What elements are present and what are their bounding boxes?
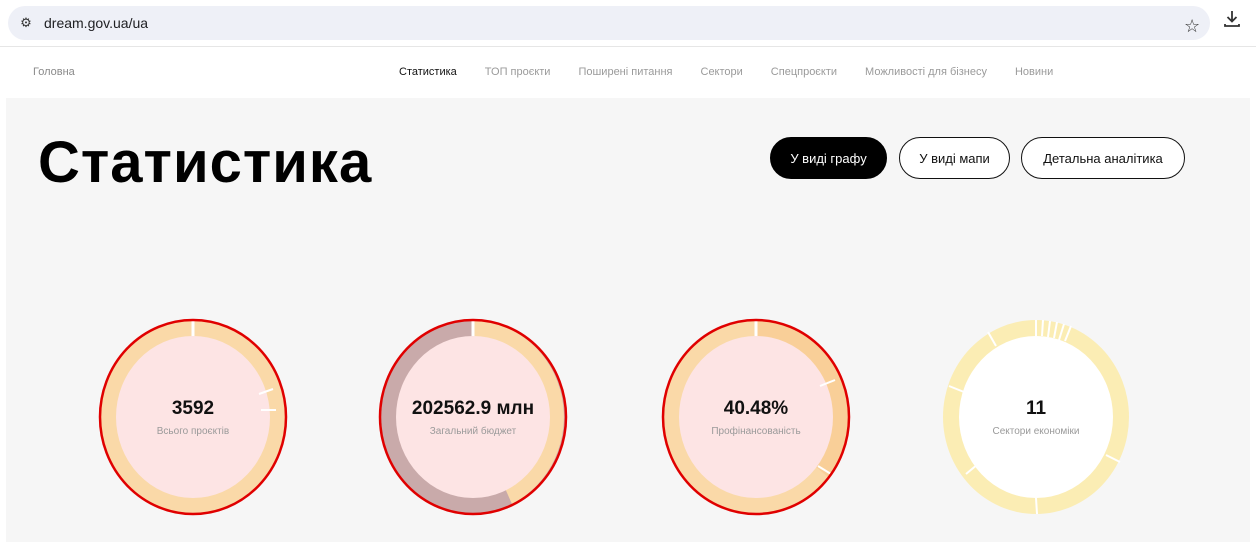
divider: [0, 46, 1256, 47]
nav-link-special-projects[interactable]: Спецпроєкти: [771, 66, 837, 78]
stat-label: Сектори економіки: [992, 426, 1080, 437]
graph-view-button[interactable]: У виді графу: [770, 137, 887, 179]
stat-value: 3592: [171, 398, 215, 419]
stat-label: Загальний бюджет: [429, 426, 517, 437]
stat-sectors[interactable]: 11 Сектори економіки: [938, 314, 1134, 520]
nav-link-sectors[interactable]: Сектори: [701, 66, 743, 78]
nav-links: Статистика ТОП проєкти Поширені питання …: [399, 66, 1053, 78]
nav-link-top-projects[interactable]: ТОП проєкти: [485, 66, 551, 78]
detailed-analytics-button[interactable]: Детальна аналітика: [1021, 137, 1185, 179]
stat-total-projects[interactable]: 3592 Всього проєктів: [95, 314, 291, 520]
nav-home-link[interactable]: Головна: [33, 66, 75, 78]
nav-link-business[interactable]: Можливості для бізнесу: [865, 66, 987, 78]
site-nav: Головна Статистика ТОП проєкти Поширені …: [0, 48, 1256, 98]
stat-label: Профінансованість: [711, 426, 801, 437]
nav-link-news[interactable]: Новини: [1015, 66, 1053, 78]
url-text[interactable]: dream.gov.ua/ua: [44, 15, 148, 31]
stat-value: 11: [1025, 398, 1047, 419]
nav-link-statistics[interactable]: Статистика: [399, 66, 457, 78]
stat-value: 202562.9 млн: [411, 398, 535, 419]
stat-label: Всього проєктів: [156, 426, 230, 437]
page-title: Статистика: [38, 130, 373, 195]
statistics-panel: Статистика У виді графу У виді мапи Дета…: [6, 98, 1250, 542]
stat-total-budget[interactable]: 202562.9 млн Загальний бюджет: [375, 314, 571, 520]
address-bar[interactable]: ⚙ dream.gov.ua/ua ☆: [8, 6, 1210, 40]
stat-financing[interactable]: 40.48% Профінансованість: [658, 314, 854, 520]
nav-link-faq[interactable]: Поширені питання: [578, 66, 672, 78]
site-settings-icon[interactable]: ⚙: [18, 15, 34, 31]
bookmark-star-icon[interactable]: ☆: [1184, 17, 1200, 35]
stat-value: 40.48%: [723, 398, 789, 419]
map-view-button[interactable]: У виді мапи: [899, 137, 1010, 179]
download-icon[interactable]: [1222, 9, 1242, 34]
